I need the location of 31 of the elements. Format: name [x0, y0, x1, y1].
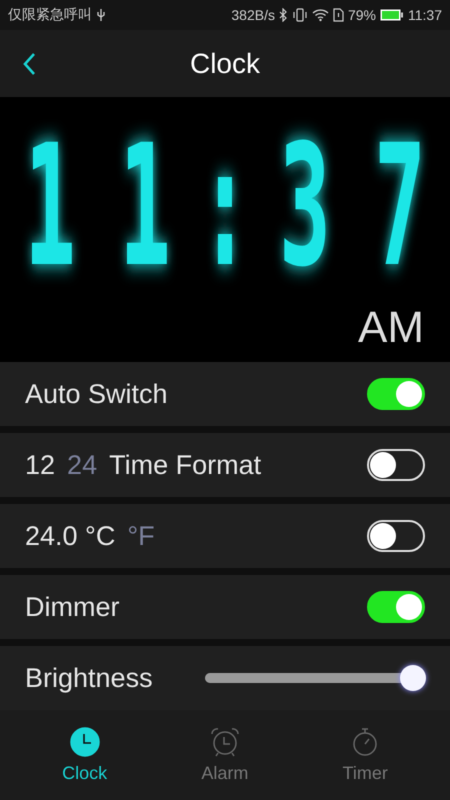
clock-time: 11:37 [408, 7, 442, 23]
bluetooth-icon [278, 8, 288, 22]
usb-icon [96, 8, 106, 22]
clock-icon [70, 726, 100, 756]
battery-icon [380, 9, 404, 21]
toggle-switch[interactable] [367, 591, 425, 623]
carrier-text: 仅限紧急呼叫 [8, 6, 92, 24]
vibrate-icon [292, 8, 308, 22]
toggle-switch[interactable] [367, 378, 425, 410]
setting-label: Brightness [25, 662, 153, 694]
unit-option[interactable]: 24.0 °C [25, 520, 116, 552]
page-title: Clock [190, 48, 260, 80]
am-pm-label: AM [358, 306, 424, 350]
nav-tab[interactable]: Alarm [201, 726, 248, 784]
setting-label: Time Format [109, 450, 262, 480]
network-speed: 382B/s [231, 7, 275, 23]
wifi-icon [312, 8, 329, 22]
alarm-clock-icon [210, 726, 240, 756]
unit-option[interactable]: 24 [67, 450, 98, 480]
toggle-switch[interactable] [367, 449, 425, 481]
toggle-switch[interactable] [367, 520, 425, 552]
setting-label: Dimmer [25, 592, 120, 622]
setting-label: Auto Switch [25, 378, 168, 410]
unit-option[interactable]: 12 [25, 450, 56, 480]
nav-tab[interactable]: Timer [342, 726, 388, 784]
clock-time-display: 11:37 [24, 109, 426, 300]
unit-option[interactable]: °F [127, 520, 155, 552]
battery-percent: 79% [348, 7, 376, 23]
slider-thumb[interactable] [400, 665, 426, 691]
sim-card-icon [332, 8, 344, 22]
nav-tab[interactable]: Clock [62, 726, 108, 784]
